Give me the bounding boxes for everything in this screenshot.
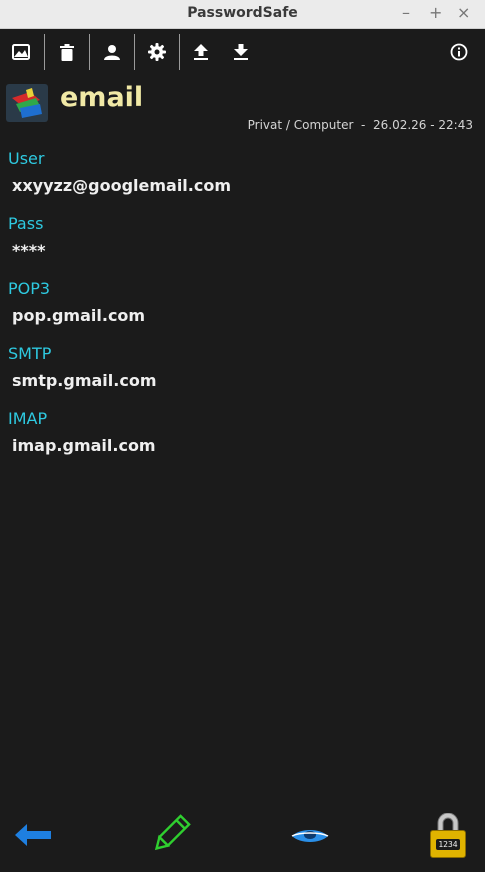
minimize-button[interactable]: –: [402, 4, 410, 22]
app-body: email Privat / Computer - 26.02.26 - 22:…: [0, 29, 485, 872]
entry-meta: Privat / Computer - 26.02.26 - 22:43: [247, 118, 473, 132]
lock-code: 1234: [436, 838, 460, 850]
lock-button[interactable]: 1234: [426, 813, 470, 861]
close-button[interactable]: ×: [457, 4, 470, 22]
field-label-pass: Pass: [8, 214, 44, 233]
entry-title: email: [60, 82, 144, 113]
eye-icon: [291, 830, 329, 842]
toolbar-separator: [134, 34, 135, 70]
edit-button[interactable]: [147, 813, 193, 857]
back-button[interactable]: [10, 817, 56, 853]
show-password-button[interactable]: [288, 823, 332, 849]
user-button[interactable]: [97, 37, 127, 67]
field-label-imap: IMAP: [8, 409, 48, 428]
window-titlebar: PasswordSafe – + ×: [0, 0, 485, 29]
toolbar-separator: [89, 34, 90, 70]
settings-button[interactable]: [142, 37, 172, 67]
gear-icon: [148, 43, 166, 61]
download-icon: [234, 44, 248, 60]
export-button[interactable]: [186, 37, 216, 67]
image-icon: [12, 44, 30, 60]
field-label-user: User: [8, 149, 45, 168]
field-value-smtp[interactable]: smtp.gmail.com: [12, 371, 157, 390]
window-title: PasswordSafe: [187, 5, 298, 21]
pencil-icon: [154, 814, 191, 851]
field-value-pop3[interactable]: pop.gmail.com: [12, 306, 145, 325]
back-arrow-icon: [15, 824, 51, 846]
user-icon: [104, 45, 120, 60]
field-value-user[interactable]: xxyyzz@googlemail.com: [12, 176, 231, 195]
field-label-smtp: SMTP: [8, 344, 52, 363]
info-button[interactable]: [444, 37, 474, 67]
category-icon: [6, 84, 48, 122]
trash-icon: [60, 43, 74, 61]
field-label-pop3: POP3: [8, 279, 51, 298]
field-value-pass[interactable]: ****: [12, 241, 45, 260]
delete-button[interactable]: [52, 37, 82, 67]
toolbar: [0, 29, 485, 75]
maximize-button[interactable]: +: [429, 4, 442, 22]
toolbar-separator: [44, 34, 45, 70]
import-button[interactable]: [226, 37, 256, 67]
info-icon: [450, 43, 468, 61]
toolbar-separator: [179, 34, 180, 70]
upload-icon: [194, 44, 208, 60]
image-button[interactable]: [6, 37, 36, 67]
padlock-icon: [437, 813, 459, 831]
entry-header: email Privat / Computer - 26.02.26 - 22:…: [0, 79, 485, 139]
field-value-imap[interactable]: imap.gmail.com: [12, 436, 156, 455]
padlock-body: 1234: [430, 830, 466, 858]
